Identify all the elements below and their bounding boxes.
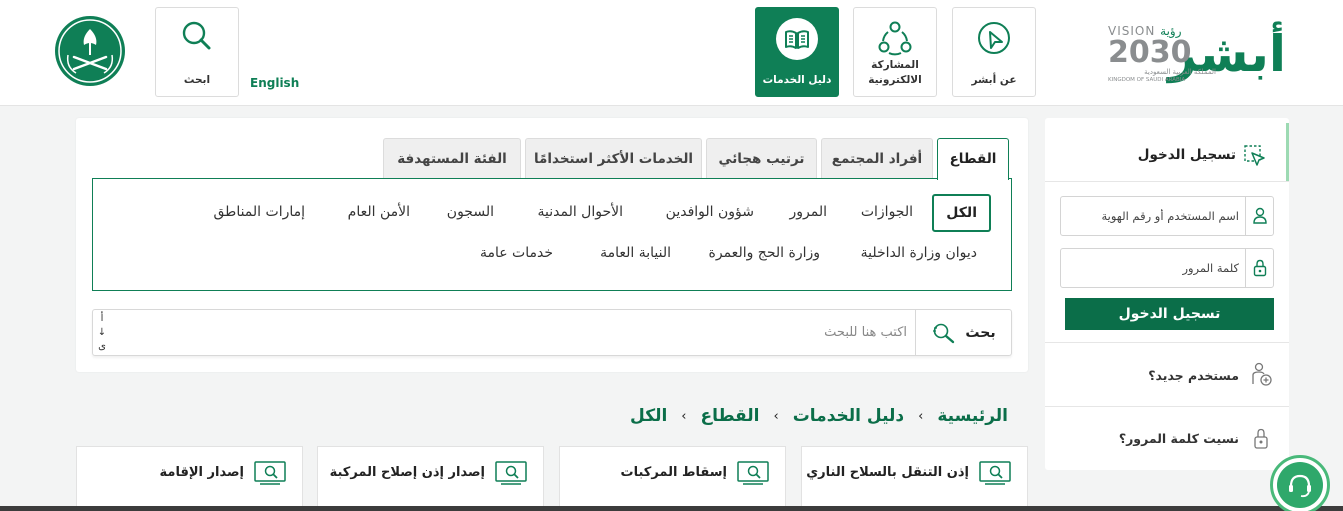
sector-public-prosecution[interactable]: النيابة العامة xyxy=(600,245,671,261)
breadcrumb-home[interactable]: الرئيسية xyxy=(937,406,1008,426)
results-section: الرئيسية › دليل الخدمات › القطاع › الكل … xyxy=(76,392,1028,511)
search-icon xyxy=(933,323,955,343)
new-user-link[interactable]: مستخدم جديد؟ xyxy=(1148,368,1239,383)
sector-public-security[interactable]: الأمن العام xyxy=(348,204,410,220)
tab-alphabetical[interactable]: ترتيب هجائي xyxy=(706,138,817,178)
login-cursor-icon xyxy=(1244,145,1265,166)
sector-expatriates[interactable]: شؤون الوافدين xyxy=(666,204,754,220)
breadcrumb-separator: › xyxy=(681,408,687,424)
user-icon xyxy=(1252,207,1267,224)
site-header: أبشر VISION رؤية 2030 المملكة العربية ال… xyxy=(0,0,1343,106)
chat-support-button[interactable] xyxy=(1270,455,1330,511)
sector-general-services[interactable]: خدمات عامة xyxy=(480,245,553,261)
vision-year: 2030 xyxy=(1108,35,1192,70)
nav-e-participation[interactable]: المشاركة الالكترونية xyxy=(853,7,937,97)
nav-about-absher[interactable]: عن أبشر xyxy=(952,7,1036,97)
bottom-bar xyxy=(0,506,1343,511)
sector-regional-emirates[interactable]: إمارات المناطق xyxy=(214,204,306,220)
divider xyxy=(1045,406,1289,407)
service-title: إذن التنقل بالسلاح الناري xyxy=(806,465,969,480)
service-search-icon xyxy=(254,461,286,485)
service-title: إصدار إذن إصلاح المركبة xyxy=(329,465,485,480)
search-input[interactable] xyxy=(293,312,913,353)
breadcrumb-services-guide[interactable]: دليل الخدمات xyxy=(793,406,904,426)
service-card[interactable]: إصدار إذن إصلاح المركبة xyxy=(317,446,544,511)
lock-icon xyxy=(1253,259,1266,277)
tab-target-group[interactable]: الفئة المستهدفة xyxy=(383,138,521,178)
service-search-icon xyxy=(495,461,527,485)
service-title: إصدار الإقامة xyxy=(159,465,244,480)
language-switch-link[interactable]: English xyxy=(250,76,299,90)
nav-participation-label: المشاركة الالكترونية xyxy=(868,59,922,86)
search-button-label: بحث xyxy=(965,324,996,341)
service-search-bar: بحث أ ↓ ى xyxy=(92,309,1012,356)
password-field xyxy=(1060,248,1274,288)
login-header: تسجيل الدخول xyxy=(1045,123,1289,181)
service-card[interactable]: إسقاط المركبات xyxy=(559,446,786,511)
nav-services-label: دليل الخدمات xyxy=(762,74,832,86)
saudi-emblem-icon xyxy=(55,16,125,86)
tab-sector[interactable]: القطاع xyxy=(937,138,1009,180)
login-button[interactable]: تسجيل الدخول xyxy=(1065,298,1274,330)
sector-prisons[interactable]: السجون xyxy=(447,204,494,220)
login-sidebar: تسجيل الدخول تسجيل الدخول مستخدم جديد؟ ن… xyxy=(1045,118,1289,470)
sector-interior-ministry-office[interactable]: ديوان وزارة الداخلية xyxy=(861,245,977,261)
key-hint-arrow: ↓ xyxy=(97,327,107,338)
book-icon xyxy=(776,18,818,60)
breadcrumb-sector[interactable]: القطاع xyxy=(701,406,760,426)
absher-logo: أبشر xyxy=(1168,25,1286,83)
tab-most-used[interactable]: الخدمات الأكثر استخدامًا xyxy=(525,138,702,178)
search-icon xyxy=(182,21,211,50)
key-lock-icon xyxy=(1254,428,1268,449)
search-button[interactable]: بحث xyxy=(915,310,1011,355)
breadcrumb-separator: › xyxy=(918,408,924,424)
participation-icon xyxy=(878,21,912,56)
service-card[interactable]: إصدار الإقامة xyxy=(76,446,303,511)
kingdom-english: KINGDOM OF SAUDI ARABIA xyxy=(1108,77,1186,83)
service-search-icon xyxy=(979,461,1011,485)
divider xyxy=(1045,181,1289,182)
tab-community-members[interactable]: أفراد المجتمع xyxy=(821,138,933,178)
key-hint-first: أ xyxy=(100,313,104,324)
pointer-arrow-icon xyxy=(978,22,1010,54)
support-agent-icon xyxy=(1289,474,1311,498)
breadcrumb-separator: › xyxy=(773,408,779,424)
keyboard-hint: أ ↓ ى xyxy=(97,312,107,354)
nav-search[interactable]: ابحث xyxy=(155,7,239,97)
sector-hajj-umrah-ministry[interactable]: وزارة الحج والعمرة xyxy=(709,245,820,261)
username-input[interactable] xyxy=(1061,197,1245,235)
service-title: إسقاط المركبات xyxy=(620,465,727,480)
key-hint-last: ى xyxy=(98,341,106,352)
sector-passports[interactable]: الجوازات xyxy=(861,204,913,220)
sector-traffic[interactable]: المرور xyxy=(790,204,828,220)
nav-about-label: عن أبشر xyxy=(971,74,1017,86)
sector-all[interactable]: الكل xyxy=(932,194,991,232)
nav-services-guide[interactable]: دليل الخدمات xyxy=(755,7,839,97)
forgot-password-link[interactable]: نسيت كلمة المرور؟ xyxy=(1119,431,1239,446)
service-card[interactable]: إذن التنقل بالسلاح الناري xyxy=(801,446,1028,511)
service-search-icon xyxy=(737,461,769,485)
services-catalog-panel: القطاع أفراد المجتمع ترتيب هجائي الخدمات… xyxy=(76,118,1028,372)
username-field xyxy=(1060,196,1274,236)
sector-civil-affairs[interactable]: الأحوال المدنية xyxy=(538,204,624,220)
password-input[interactable] xyxy=(1061,249,1245,287)
breadcrumb-current: الكل xyxy=(630,406,668,426)
brand-logos[interactable]: أبشر VISION رؤية 2030 المملكة العربية ال… xyxy=(1108,12,1288,98)
divider xyxy=(1045,342,1289,343)
login-title: تسجيل الدخول xyxy=(1137,147,1236,163)
sector-list: الكل الجوازات المرور شؤون الوافدين الأحو… xyxy=(92,178,1012,291)
vision-2030-logo: VISION رؤية 2030 المملكة العربية السعودي… xyxy=(1108,24,1216,94)
breadcrumb: الرئيسية › دليل الخدمات › القطاع › الكل xyxy=(630,406,1008,426)
nav-search-label: ابحث xyxy=(183,74,211,86)
add-user-icon xyxy=(1252,362,1272,386)
